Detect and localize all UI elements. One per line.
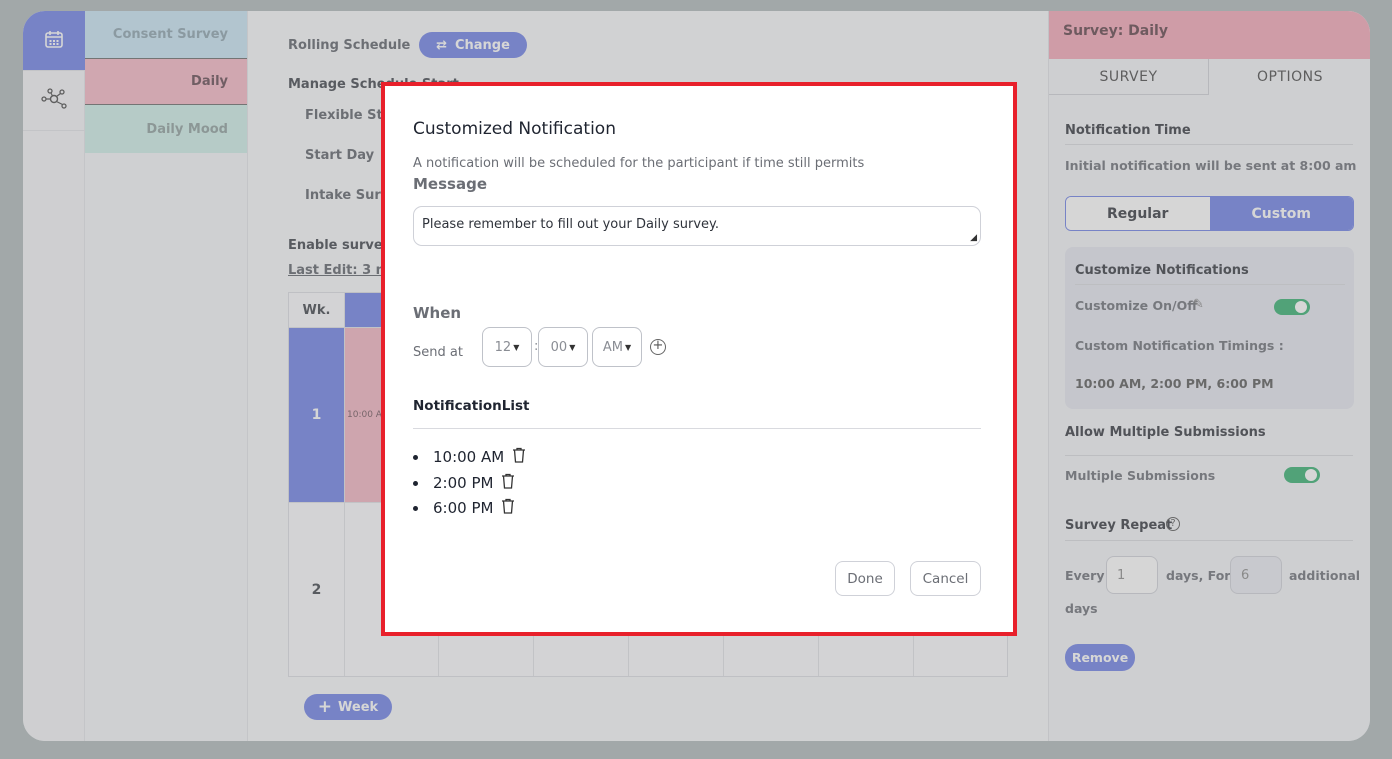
trash-icon[interactable] [501, 473, 515, 493]
list-item: 2:00 PM [413, 473, 515, 493]
caret-down-icon: ▼ [624, 342, 632, 352]
message-textarea[interactable]: Please remember to fill out your Daily s… [413, 206, 981, 246]
caret-down-icon: ▼ [513, 342, 520, 352]
when-label: When [413, 304, 462, 322]
message-label: Message [413, 175, 487, 193]
add-time-icon[interactable]: + [650, 339, 666, 355]
send-at-label: Send at [413, 345, 463, 360]
list-item: 10:00 AM [413, 447, 526, 467]
minute-select[interactable]: 00 ▼ [538, 327, 588, 367]
trash-icon[interactable] [512, 447, 526, 467]
ampm-select[interactable]: AM ▼ [592, 327, 642, 367]
done-button[interactable]: Done [835, 561, 895, 596]
modal-subtitle: A notification will be scheduled for the… [413, 156, 865, 171]
resize-handle-icon[interactable]: ◢ [970, 233, 977, 243]
list-item: 6:00 PM [413, 498, 515, 518]
customized-notification-modal: Customized Notification A notification w… [381, 82, 1017, 636]
cancel-button[interactable]: Cancel [910, 561, 981, 596]
trash-icon[interactable] [501, 498, 515, 518]
caret-down-icon: ▼ [569, 342, 576, 352]
notification-list-heading: NotificationList [413, 398, 530, 414]
modal-title: Customized Notification [413, 119, 616, 139]
hour-select[interactable]: 12 ▼ [482, 327, 532, 367]
